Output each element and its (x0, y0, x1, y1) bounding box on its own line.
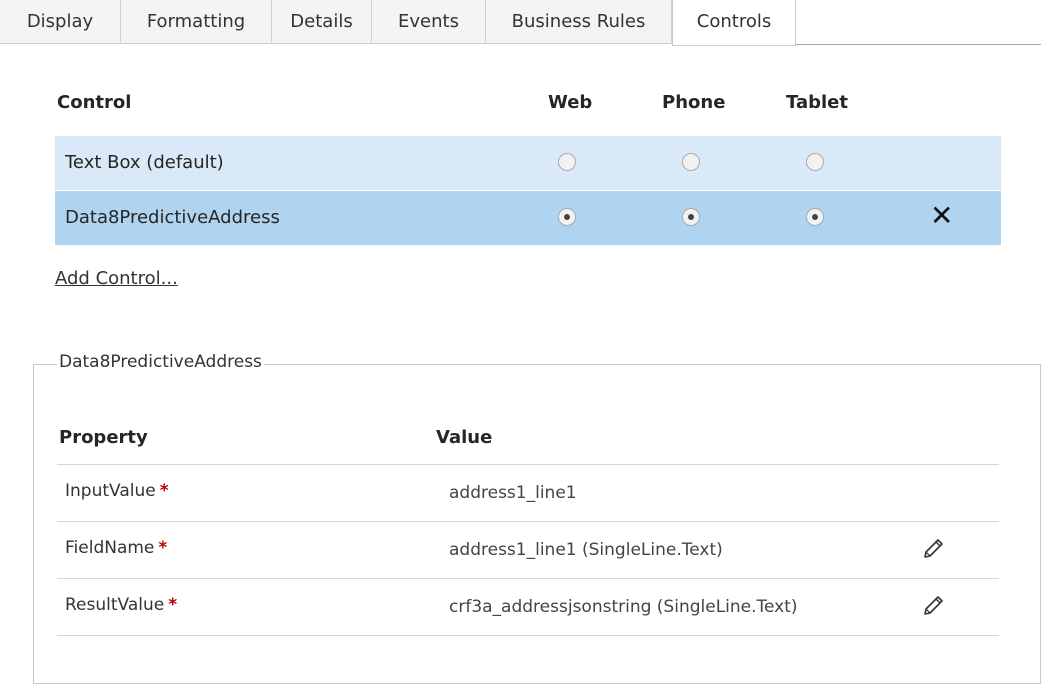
control-name: Data8PredictiveAddress (65, 207, 280, 228)
controls-table-header: Control Web Phone Tablet (55, 86, 1001, 122)
property-row-input-value: InputValue * address1_line1 (57, 465, 999, 522)
required-marker: * (168, 595, 178, 615)
phone-radio[interactable] (682, 153, 700, 171)
column-header-tablet: Tablet (786, 92, 848, 113)
column-header-phone: Phone (662, 92, 726, 113)
web-radio[interactable] (558, 208, 576, 226)
tablet-radio[interactable] (806, 153, 824, 171)
edit-pencil-icon[interactable] (921, 536, 945, 562)
property-value: crf3a_addressjsonstring (SingleLine.Text… (449, 597, 798, 617)
tab-bar-baseline (796, 44, 1041, 45)
tab-business-rules[interactable]: Business Rules (486, 0, 672, 44)
tablet-radio[interactable] (806, 208, 824, 226)
control-row-text-box[interactable]: Text Box (default) (55, 136, 1001, 190)
property-name: InputValue * (65, 481, 169, 501)
column-header-value: Value (436, 427, 493, 448)
properties-legend: Data8PredictiveAddress (57, 352, 264, 372)
control-name: Text Box (default) (65, 152, 224, 173)
tab-display[interactable]: Display (0, 0, 121, 44)
property-value: address1_line1 (449, 483, 577, 503)
phone-radio[interactable] (682, 208, 700, 226)
web-radio[interactable] (558, 153, 576, 171)
property-row-result-value: ResultValue * crf3a_addressjsonstring (Si… (57, 579, 999, 636)
edit-pencil-icon[interactable] (921, 593, 945, 619)
tab-formatting[interactable]: Formatting (121, 0, 272, 44)
property-name: FieldName * (65, 538, 168, 558)
tab-bar: Display Formatting Details Events Busine… (0, 0, 1056, 46)
property-value: address1_line1 (SingleLine.Text) (449, 540, 723, 560)
column-header-control: Control (57, 92, 132, 113)
add-control-link[interactable]: Add Control... (55, 268, 178, 289)
column-header-web: Web (548, 92, 593, 113)
delete-control-icon[interactable]: ✕ (930, 201, 953, 231)
properties-table-header: Property Value (57, 418, 999, 465)
tab-controls[interactable]: Controls (672, 0, 796, 46)
property-row-field-name: FieldName * address1_line1 (SingleLine.Te… (57, 522, 999, 579)
tab-events[interactable]: Events (372, 0, 486, 44)
column-header-property: Property (59, 427, 148, 448)
required-marker: * (159, 481, 169, 501)
property-name: ResultValue * (65, 595, 178, 615)
tab-details[interactable]: Details (272, 0, 372, 44)
required-marker: * (158, 538, 168, 558)
control-row-data8-predictive-address[interactable]: Data8PredictiveAddress ✕ (55, 191, 1001, 245)
